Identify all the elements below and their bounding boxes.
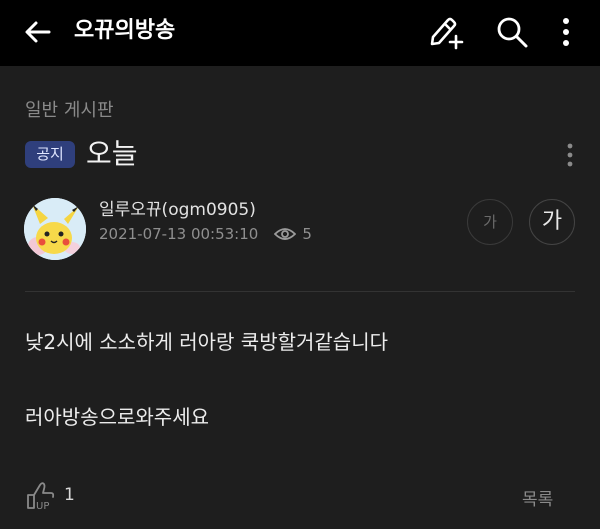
like-up-icon[interactable]: UP <box>24 478 58 512</box>
author-avatar[interactable] <box>24 198 86 260</box>
top-app-bar: 오뀨의방송 <box>0 0 600 66</box>
search-icon[interactable] <box>494 14 530 50</box>
view-count: 5 <box>302 225 312 243</box>
post-title: 오늘 <box>86 137 138 170</box>
write-post-icon[interactable] <box>426 14 464 50</box>
back-arrow-icon[interactable] <box>22 16 54 48</box>
views-eye-icon <box>274 228 297 240</box>
post-more-icon[interactable] <box>560 141 580 169</box>
like-count: 1 <box>64 485 75 505</box>
board-name[interactable]: 일반 게시판 <box>25 96 114 122</box>
post-body-line: 낮2시에 소소하게 러아랑 쿡방할거같습니다 <box>25 330 388 354</box>
author-name[interactable]: 일루오뀨(ogm0905) <box>99 195 256 220</box>
post-meta: 2021-07-13 00:53:10 5 <box>99 225 312 243</box>
list-button[interactable]: 목록 <box>522 485 553 510</box>
font-size-increase-button[interactable]: 가 <box>529 199 575 245</box>
page-title: 오뀨의방송 <box>74 18 176 43</box>
notice-badge: 공지 <box>25 141 75 168</box>
post-datetime: 2021-07-13 00:53:10 <box>99 225 259 243</box>
svg-text:UP: UP <box>36 501 49 512</box>
more-vertical-icon[interactable] <box>554 14 578 50</box>
divider <box>25 291 575 292</box>
font-size-decrease-button[interactable]: 가 <box>467 199 513 245</box>
post-body-line: 러아방송으로와주세요 <box>25 405 209 429</box>
